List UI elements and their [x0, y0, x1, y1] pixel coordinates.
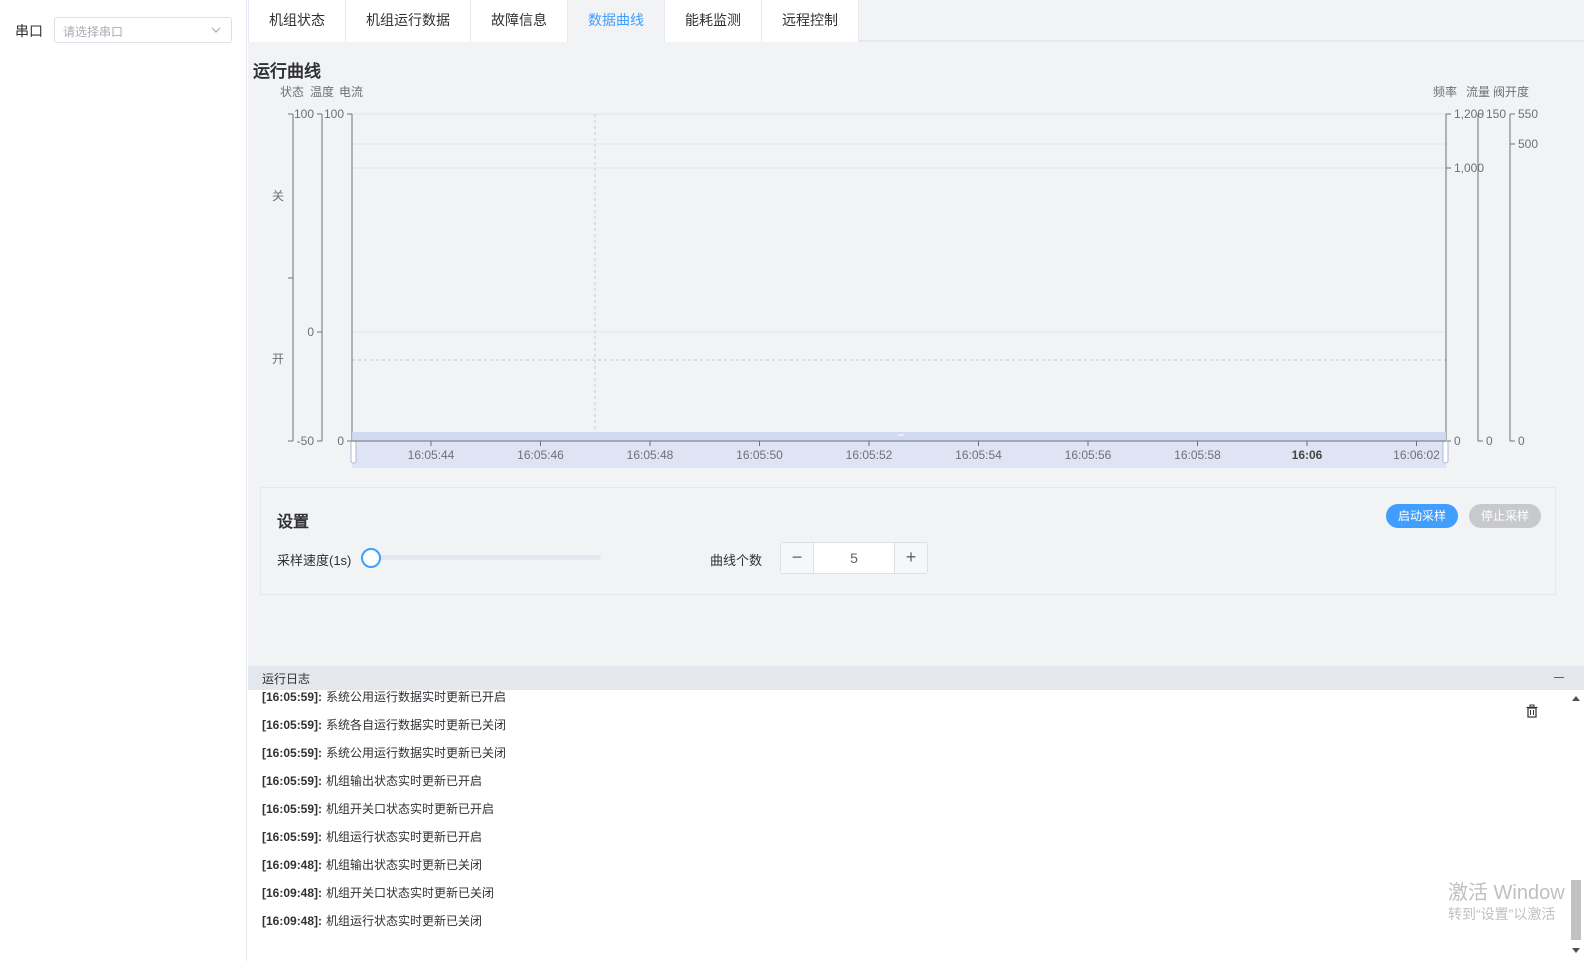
tick-valve-500: 500 — [1518, 137, 1538, 151]
settings-panel: 设置 启动采样 停止采样 采样速度(1s) 曲线个数 − 5 + — [260, 487, 1556, 595]
port-select[interactable]: 请选择串口 — [54, 17, 232, 43]
log-header: 运行日志 — [248, 666, 1584, 690]
x-axis-tick-label: 16:05:46 — [517, 448, 564, 462]
log-body: [16:05:59]: 系统公用运行数据实时更新已开启 [16:05:59]: 系统… — [248, 690, 1584, 961]
tick-temp-100: 100 — [294, 107, 314, 121]
x-axis-tick-label: 16:05:50 — [736, 448, 783, 462]
tick-valve-0: 0 — [1518, 434, 1525, 448]
sampling-speed-slider-handle[interactable] — [361, 548, 381, 568]
curve-count-label: 曲线个数 — [710, 553, 763, 568]
log-entry: [16:05:59]: 机组输出状态实时更新已开启 — [262, 774, 483, 788]
datazoom-handle-left — [350, 440, 357, 464]
axis-name-temperature: 温度 — [310, 84, 334, 99]
sampling-speed-label: 采样速度(1s) — [277, 553, 352, 568]
log-entry: [16:09:48]: 机组输出状态实时更新已关闭 — [262, 858, 483, 872]
log-entry: [16:09:48]: 机组开关口状态实时更新已关闭 — [262, 886, 495, 900]
datazoom-slider[interactable] — [350, 432, 1449, 468]
windows-activation-hint: 转到“设置”以激活 — [1448, 906, 1556, 922]
log-entry: [16:05:59]: 机组开关口状态实时更新已开启 — [262, 802, 495, 816]
curve-count-input[interactable]: 5 — [814, 543, 894, 573]
tick-valve-550: 550 — [1518, 107, 1538, 121]
tick-flow-150: 150 — [1486, 107, 1506, 121]
sampling-speed-slider-track[interactable] — [371, 555, 601, 560]
log-title: 运行日志 — [262, 672, 311, 686]
settings-title: 设置 — [277, 514, 310, 531]
log-entry: [16:09:48]: 机组运行状态实时更新已关闭 — [262, 914, 483, 928]
chevron-down-icon — [211, 27, 221, 33]
axis-name-current: 电流 — [339, 85, 363, 99]
log-entry: [16:05:59]: 系统公用运行数据实时更新已关闭 — [262, 746, 507, 760]
chart-section-title: 运行曲线 — [253, 62, 321, 81]
stop-sampling-button[interactable]: 停止采样 — [1469, 504, 1541, 528]
run-curve-chart[interactable]: 状态 温度 电流 频率 流量 阀开度 关 开 100 0 -50 100 0 1… — [248, 80, 1584, 475]
x-axis-tick-label: 16:05:58 — [1174, 448, 1221, 462]
start-sampling-button[interactable]: 启动采样 — [1386, 504, 1458, 528]
tab-bar-filler — [859, 0, 1584, 41]
tick-status-off: 关 — [272, 189, 284, 203]
tick-current-0: 0 — [337, 434, 344, 448]
collapse-icon[interactable] — [1554, 677, 1564, 678]
tab-fault-info[interactable]: 故障信息 — [471, 0, 568, 42]
x-axis-tick-label: 16:06:02 — [1393, 448, 1440, 462]
log-entry: [16:05:59]: 系统各自运行数据实时更新已关闭 — [262, 718, 507, 732]
scroll-up-icon[interactable] — [1572, 696, 1580, 701]
left-panel: 串口 请选择串口 — [0, 0, 247, 961]
axis-name-status: 状态 — [280, 85, 304, 99]
scrollbar-thumb[interactable] — [1571, 880, 1581, 940]
windows-activation-watermark: 激活 Window — [1448, 882, 1565, 904]
tab-data-curve[interactable]: 数据曲线 — [568, 0, 665, 42]
tick-flow-0: 0 — [1486, 434, 1493, 448]
tab-remote-control[interactable]: 远程控制 — [762, 0, 859, 42]
tick-freq-0: 0 — [1454, 434, 1461, 448]
log-entry: [16:05:59]: 系统公用运行数据实时更新已开启 — [262, 690, 507, 704]
tab-unit-run-data[interactable]: 机组运行数据 — [346, 0, 471, 42]
tick-current-100: 100 — [324, 107, 344, 121]
x-axis-tick-label: 16:05:44 — [408, 448, 455, 462]
trash-icon[interactable] — [1525, 704, 1539, 718]
x-axis-tick-label: 16:05:54 — [955, 448, 1002, 462]
x-axis-tick-label: 16:06 — [1292, 448, 1323, 462]
scroll-down-icon[interactable] — [1572, 948, 1580, 953]
curve-count-stepper: − 5 + — [780, 542, 928, 574]
axis-name-valve: 阀开度 — [1493, 84, 1529, 99]
tick-temp-neg50: -50 — [297, 434, 315, 448]
tab-unit-status[interactable]: 机组状态 — [248, 0, 346, 42]
tab-bar: 机组状态 机组运行数据 故障信息 数据曲线 能耗监测 远程控制 — [248, 0, 1584, 42]
curve-count-decrease-button[interactable]: − — [781, 543, 814, 573]
tick-freq-1000: 1,000 — [1454, 161, 1484, 175]
log-scrollbar[interactable] — [1568, 690, 1584, 961]
log-entry: [16:05:59]: 机组运行状态实时更新已开启 — [262, 830, 483, 844]
curve-count-increase-button[interactable]: + — [894, 543, 927, 573]
main-panel: 机组状态 机组运行数据 故障信息 数据曲线 能耗监测 远程控制 运行曲线 状态 … — [248, 0, 1584, 961]
left-axes — [288, 113, 353, 442]
chart-grid — [352, 113, 1446, 441]
port-label: 串口 — [15, 23, 43, 39]
x-axis-tick-label: 16:05:56 — [1065, 448, 1112, 462]
axis-name-frequency: 频率 — [1433, 84, 1457, 99]
tick-freq-1200: 1,200 — [1454, 107, 1484, 121]
x-axis-tick-label: 16:05:48 — [627, 448, 674, 462]
tick-status-on: 开 — [272, 352, 284, 366]
datazoom-handle-right — [1442, 440, 1449, 464]
port-select-placeholder: 请选择串口 — [63, 25, 124, 39]
axis-name-flow: 流量 — [1466, 85, 1490, 99]
x-axis-tick-label: 16:05:52 — [846, 448, 893, 462]
tick-temp-0: 0 — [307, 325, 314, 339]
tab-energy-monitor[interactable]: 能耗监测 — [665, 0, 762, 42]
